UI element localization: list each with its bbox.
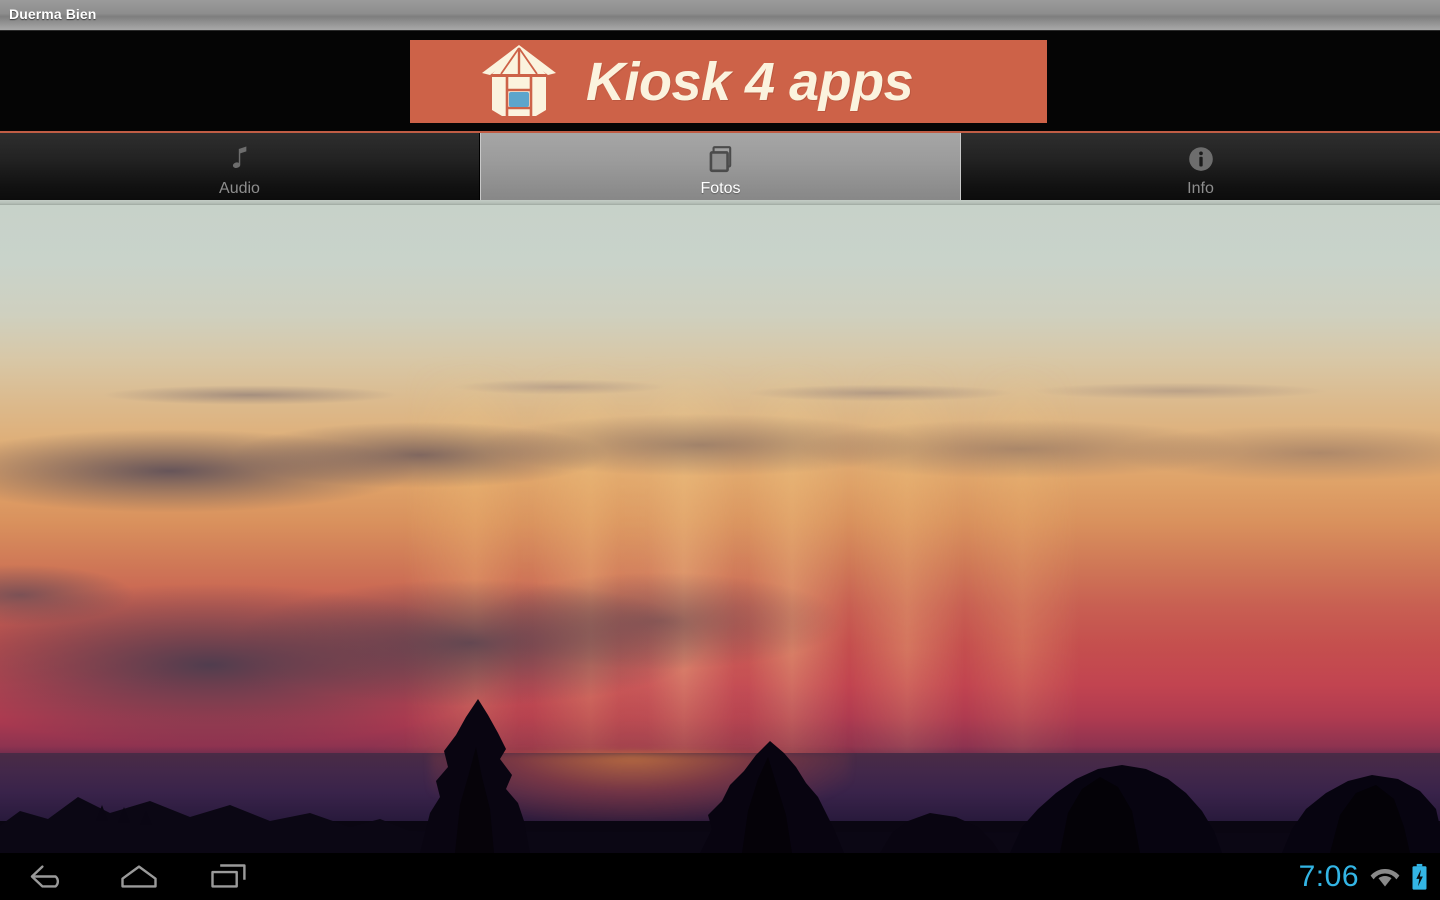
status-area[interactable]: 7:06 <box>1299 853 1432 900</box>
ad-banner-text: Kiosk 4 apps <box>586 51 914 112</box>
home-icon[interactable] <box>94 853 184 900</box>
system-navigation-bar: 7:06 <box>0 853 1440 900</box>
tree-silhouettes <box>0 693 1440 853</box>
tablet-screen: Duerma Bien Kiosk 4 apps Audio Fotos Inf… <box>0 0 1440 900</box>
page-title: Duerma Bien <box>9 6 97 22</box>
upper-cloud-mass <box>0 401 1440 551</box>
kiosk4apps-ad-banner[interactable]: Kiosk 4 apps <box>410 40 1047 123</box>
tab-info[interactable]: Info <box>961 133 1440 205</box>
battery-charging-icon <box>1411 863 1428 891</box>
tab-fotos-label: Fotos <box>700 180 741 197</box>
tab-fotos[interactable]: Fotos <box>480 133 961 205</box>
wifi-icon <box>1369 865 1401 889</box>
tab-audio[interactable]: Audio <box>0 133 480 205</box>
info-circle-icon <box>1187 142 1215 176</box>
tab-bar: Audio Fotos Info <box>0 131 1440 205</box>
recent-apps-icon[interactable] <box>184 853 274 900</box>
app-title-bar: Duerma Bien <box>0 0 1440 31</box>
kiosk-gazebo-icon <box>476 44 562 120</box>
music-note-icon <box>229 142 251 176</box>
ad-banner-region: Kiosk 4 apps <box>0 31 1440 131</box>
photo-viewer[interactable] <box>0 205 1440 853</box>
tab-info-label: Info <box>1187 180 1214 197</box>
back-arrow-icon[interactable] <box>4 853 94 900</box>
photos-stack-icon <box>707 142 735 176</box>
status-clock: 7:06 <box>1298 859 1359 893</box>
tab-audio-label: Audio <box>219 180 260 197</box>
